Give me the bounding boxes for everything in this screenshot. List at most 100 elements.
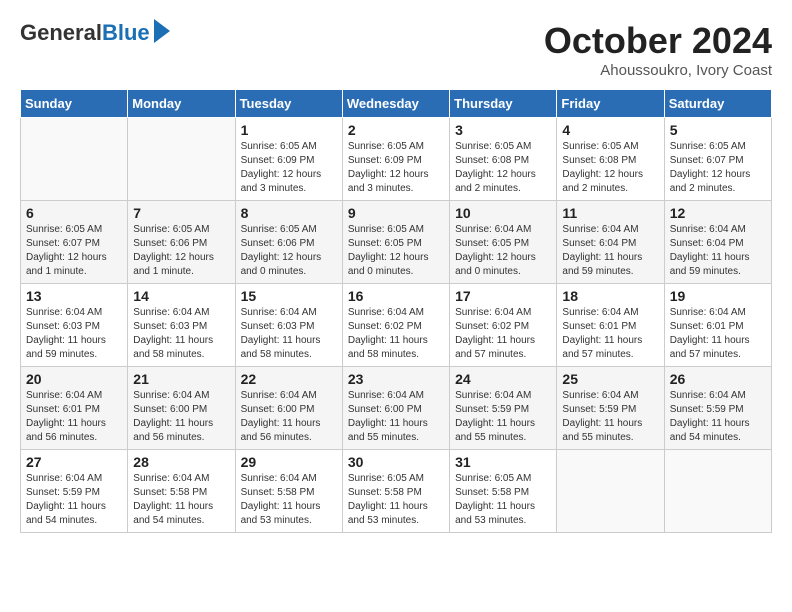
day-number: 24 [455,371,551,387]
day-number: 20 [26,371,122,387]
day-info: Sunrise: 6:04 AM Sunset: 5:58 PM Dayligh… [133,472,229,528]
logo-blue-text: Blue [102,20,150,46]
calendar-week-row: 13Sunrise: 6:04 AM Sunset: 6:03 PM Dayli… [21,284,772,367]
calendar-cell: 12Sunrise: 6:04 AM Sunset: 6:04 PM Dayli… [664,201,771,284]
day-info: Sunrise: 6:04 AM Sunset: 5:58 PM Dayligh… [241,472,337,528]
day-info: Sunrise: 6:04 AM Sunset: 5:59 PM Dayligh… [562,389,658,445]
day-number: 9 [348,205,444,221]
calendar-cell: 24Sunrise: 6:04 AM Sunset: 5:59 PM Dayli… [450,367,557,450]
day-number: 6 [26,205,122,221]
calendar-cell: 15 Sunrise: 6:04 AM Sunset: 6:03 PM Dayli… [235,284,342,367]
calendar-header: SundayMondayTuesdayWednesdayThursdayFrid… [21,90,772,118]
day-number: 21 [133,371,229,387]
calendar-cell: 17 Sunrise: 6:04 AM Sunset: 6:02 PM Dayli… [450,284,557,367]
calendar-cell: 25 Sunrise: 6:04 AM Sunset: 5:59 PM Dayli… [557,367,664,450]
day-of-week-header: Friday [557,90,664,118]
day-of-week-header: Thursday [450,90,557,118]
day-number: 16 [348,288,444,304]
calendar-cell [557,450,664,533]
calendar-week-row: 20 Sunrise: 6:04 AM Sunset: 6:01 PM Dayli… [21,367,772,450]
day-number: 4 [562,122,658,138]
day-info: Sunrise: 6:04 AM Sunset: 6:00 PM Dayligh… [133,389,229,445]
day-of-week-header: Monday [128,90,235,118]
calendar-cell: 20 Sunrise: 6:04 AM Sunset: 6:01 PM Dayli… [21,367,128,450]
calendar-cell: 1 Sunrise: 6:05 AM Sunset: 6:09 PM Daylig… [235,118,342,201]
day-number: 1 [241,122,337,138]
day-info: Sunrise: 6:04 AM Sunset: 6:00 PM Dayligh… [241,389,337,445]
location-subtitle: Ahoussoukro, Ivory Coast [544,62,772,79]
day-number: 26 [670,371,766,387]
day-number: 15 [241,288,337,304]
calendar-cell [21,118,128,201]
day-info: Sunrise: 6:04 AM Sunset: 6:03 PM Dayligh… [241,306,337,362]
day-info: Sunrise: 6:05 AM Sunset: 5:58 PM Dayligh… [455,472,551,528]
day-info: Sunrise: 6:05 AM Sunset: 6:06 PM Dayligh… [133,223,229,279]
day-number: 17 [455,288,551,304]
day-info: Sunrise: 6:05 AM Sunset: 6:05 PM Dayligh… [348,223,444,279]
day-number: 22 [241,371,337,387]
day-number: 28 [133,454,229,470]
day-of-week-header: Sunday [21,90,128,118]
calendar-cell: 7 Sunrise: 6:05 AM Sunset: 6:06 PM Daylig… [128,201,235,284]
day-info: Sunrise: 6:05 AM Sunset: 5:58 PM Dayligh… [348,472,444,528]
day-number: 27 [26,454,122,470]
day-info: Sunrise: 6:05 AM Sunset: 6:08 PM Dayligh… [455,140,551,196]
day-info: Sunrise: 6:05 AM Sunset: 6:09 PM Dayligh… [348,140,444,196]
calendar-week-row: 27 Sunrise: 6:04 AM Sunset: 5:59 PM Dayli… [21,450,772,533]
day-number: 14 [133,288,229,304]
day-number: 3 [455,122,551,138]
calendar-cell: 8Sunrise: 6:05 AM Sunset: 6:06 PM Daylig… [235,201,342,284]
month-title: October 2024 [544,20,772,62]
day-number: 18 [562,288,658,304]
day-info: Sunrise: 6:05 AM Sunset: 6:07 PM Dayligh… [26,223,122,279]
logo: General Blue [20,20,170,46]
day-number: 11 [562,205,658,221]
day-info: Sunrise: 6:04 AM Sunset: 6:01 PM Dayligh… [26,389,122,445]
calendar-cell: 5Sunrise: 6:05 AM Sunset: 6:07 PM Daylig… [664,118,771,201]
day-info: Sunrise: 6:04 AM Sunset: 6:05 PM Dayligh… [455,223,551,279]
calendar-cell: 14Sunrise: 6:04 AM Sunset: 6:03 PM Dayli… [128,284,235,367]
calendar-cell: 3 Sunrise: 6:05 AM Sunset: 6:08 PM Daylig… [450,118,557,201]
day-info: Sunrise: 6:04 AM Sunset: 6:01 PM Dayligh… [562,306,658,362]
calendar-week-row: 1 Sunrise: 6:05 AM Sunset: 6:09 PM Daylig… [21,118,772,201]
calendar-cell: 4 Sunrise: 6:05 AM Sunset: 6:08 PM Daylig… [557,118,664,201]
calendar-cell: 30 Sunrise: 6:05 AM Sunset: 5:58 PM Dayli… [342,450,449,533]
day-info: Sunrise: 6:04 AM Sunset: 6:03 PM Dayligh… [26,306,122,362]
calendar-cell: 16 Sunrise: 6:04 AM Sunset: 6:02 PM Dayli… [342,284,449,367]
day-number: 19 [670,288,766,304]
calendar-cell: 11Sunrise: 6:04 AM Sunset: 6:04 PM Dayli… [557,201,664,284]
day-info: Sunrise: 6:04 AM Sunset: 6:02 PM Dayligh… [348,306,444,362]
calendar-table: SundayMondayTuesdayWednesdayThursdayFrid… [20,89,772,533]
days-of-week-row: SundayMondayTuesdayWednesdayThursdayFrid… [21,90,772,118]
day-number: 23 [348,371,444,387]
calendar-cell: 23 Sunrise: 6:04 AM Sunset: 6:00 PM Dayli… [342,367,449,450]
calendar-cell [664,450,771,533]
day-info: Sunrise: 6:04 AM Sunset: 6:00 PM Dayligh… [348,389,444,445]
day-info: Sunrise: 6:04 AM Sunset: 5:59 PM Dayligh… [670,389,766,445]
calendar-cell: 21 Sunrise: 6:04 AM Sunset: 6:00 PM Dayli… [128,367,235,450]
day-number: 30 [348,454,444,470]
day-number: 25 [562,371,658,387]
calendar-cell: 2Sunrise: 6:05 AM Sunset: 6:09 PM Daylig… [342,118,449,201]
calendar-cell: 6 Sunrise: 6:05 AM Sunset: 6:07 PM Daylig… [21,201,128,284]
day-number: 31 [455,454,551,470]
logo-arrow-icon [154,19,170,43]
calendar-cell [128,118,235,201]
calendar-cell: 13Sunrise: 6:04 AM Sunset: 6:03 PM Dayli… [21,284,128,367]
calendar-cell: 27 Sunrise: 6:04 AM Sunset: 5:59 PM Dayli… [21,450,128,533]
calendar-body: 1 Sunrise: 6:05 AM Sunset: 6:09 PM Daylig… [21,118,772,533]
page-header: General Blue October 2024 Ahoussoukro, I… [20,20,772,79]
title-section: October 2024 Ahoussoukro, Ivory Coast [544,20,772,79]
calendar-cell: 29Sunrise: 6:04 AM Sunset: 5:58 PM Dayli… [235,450,342,533]
day-number: 10 [455,205,551,221]
day-number: 8 [241,205,337,221]
day-info: Sunrise: 6:05 AM Sunset: 6:08 PM Dayligh… [562,140,658,196]
calendar-week-row: 6 Sunrise: 6:05 AM Sunset: 6:07 PM Daylig… [21,201,772,284]
day-info: Sunrise: 6:04 AM Sunset: 6:02 PM Dayligh… [455,306,551,362]
day-info: Sunrise: 6:04 AM Sunset: 5:59 PM Dayligh… [26,472,122,528]
day-info: Sunrise: 6:05 AM Sunset: 6:07 PM Dayligh… [670,140,766,196]
day-number: 7 [133,205,229,221]
calendar-cell: 28 Sunrise: 6:04 AM Sunset: 5:58 PM Dayli… [128,450,235,533]
day-info: Sunrise: 6:05 AM Sunset: 6:09 PM Dayligh… [241,140,337,196]
day-number: 12 [670,205,766,221]
